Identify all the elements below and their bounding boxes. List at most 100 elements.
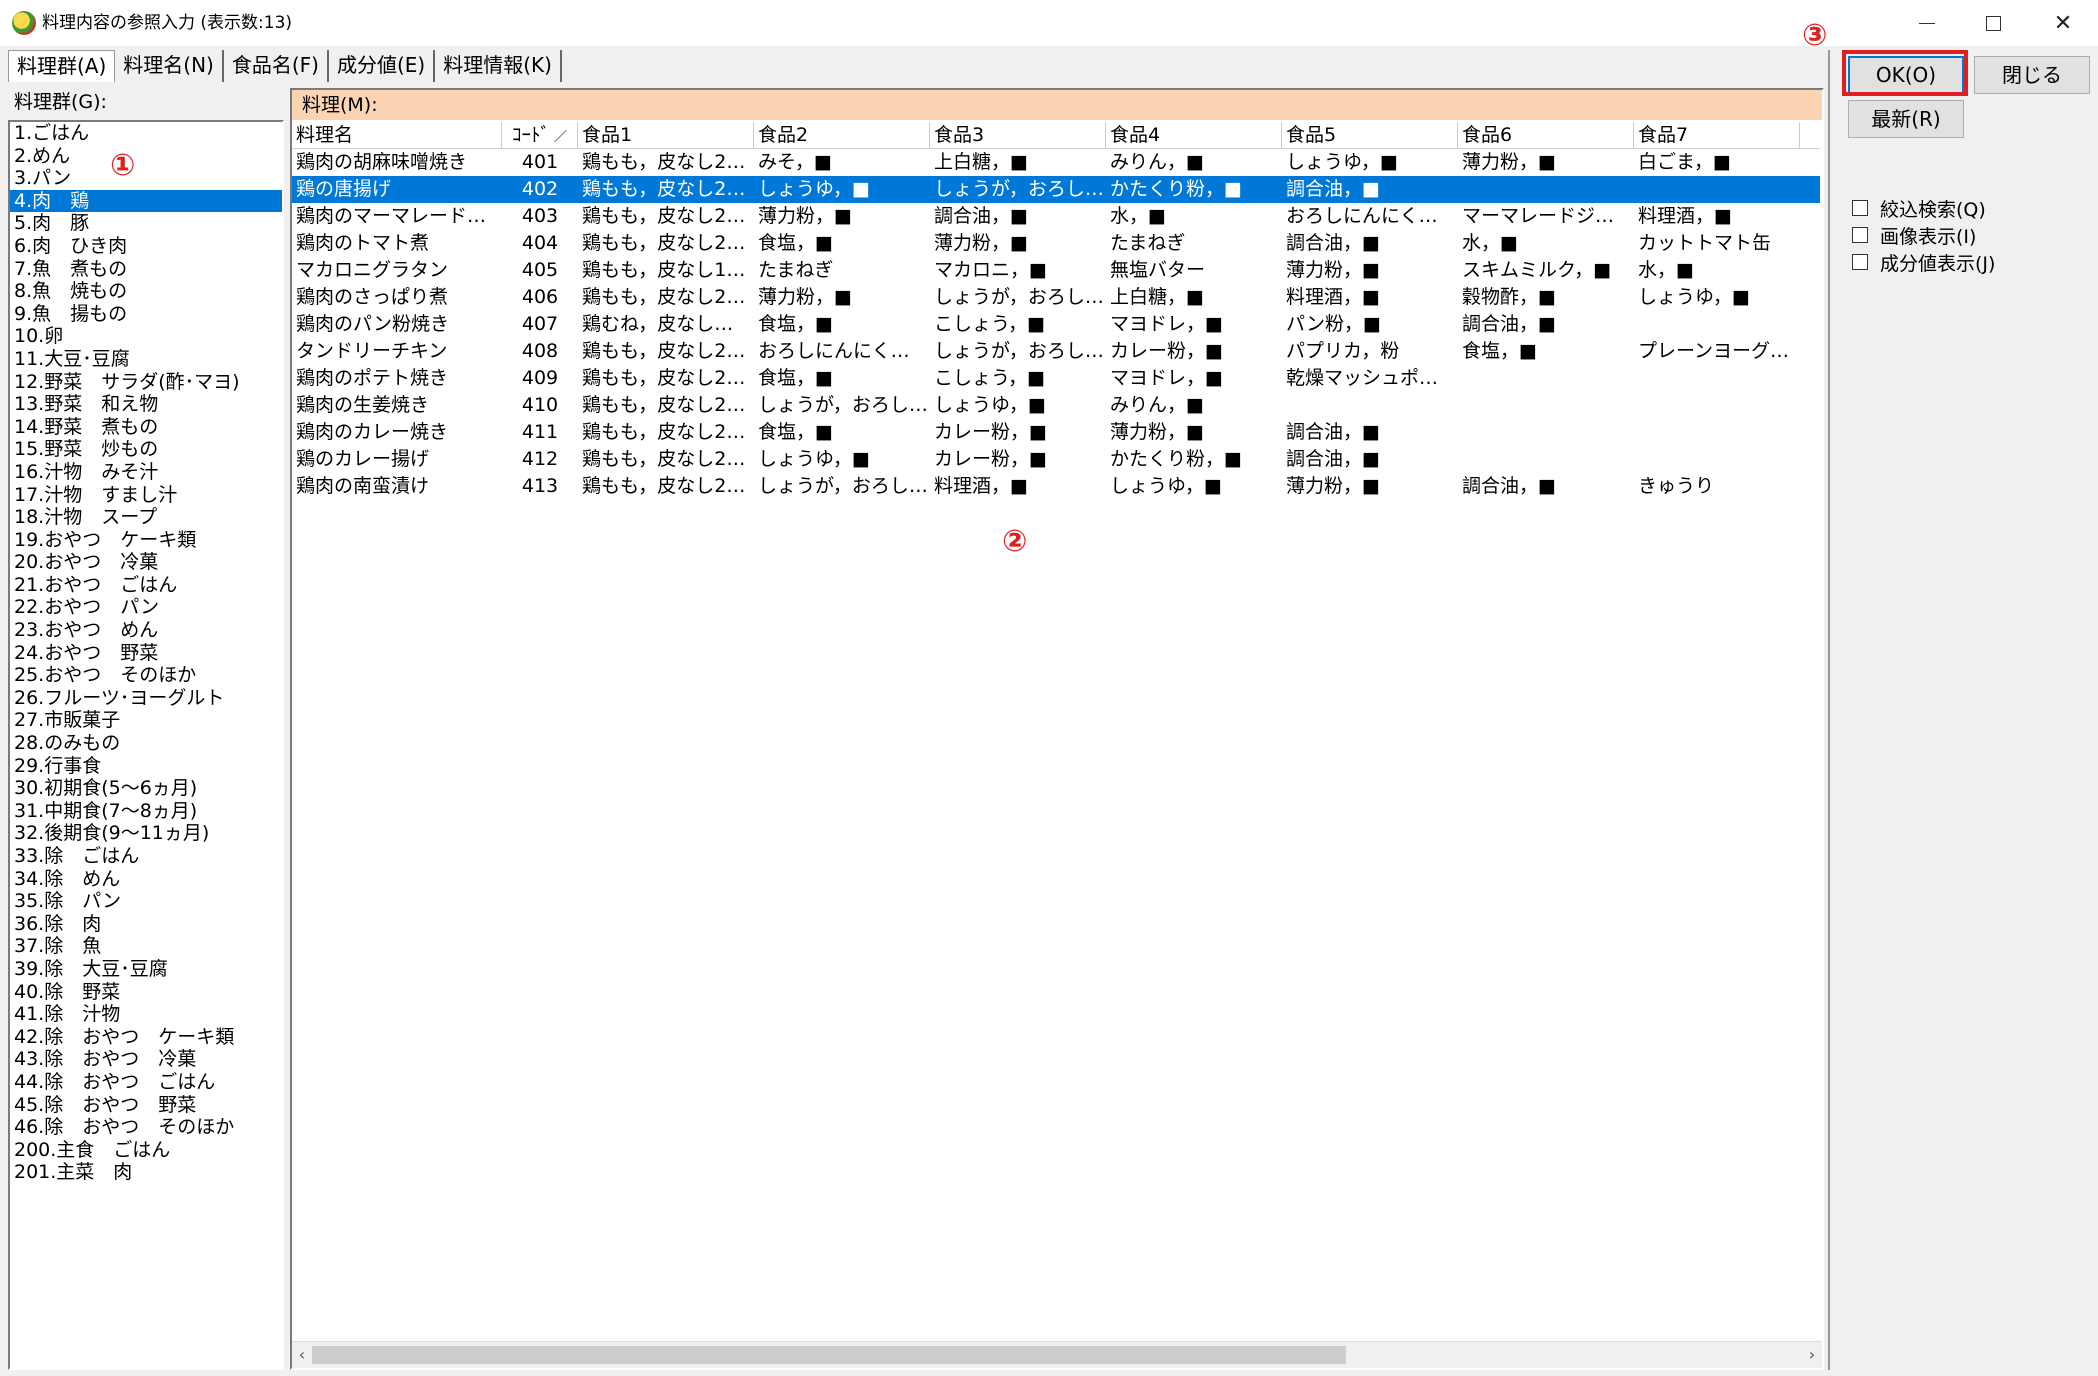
column-header[interactable]: 食品4 [1106, 122, 1282, 148]
list-item[interactable]: 22.おやつ パン [10, 596, 282, 619]
close-button[interactable]: 閉じる [1974, 56, 2090, 94]
refresh-button[interactable]: 最新(R) [1848, 100, 1964, 138]
list-item[interactable]: 18.汁物 スープ [10, 506, 282, 529]
list-item[interactable]: 32.後期食(9〜11ヵ月) [10, 822, 282, 845]
column-header-label: 食品1 [582, 124, 633, 146]
maximize-button[interactable] [1960, 0, 2026, 46]
table-cell: おろしにんにく… [1286, 205, 1438, 227]
list-item[interactable]: 16.汁物 みそ汁 [10, 461, 282, 484]
list-item[interactable]: 28.のみもの [10, 732, 282, 755]
column-header[interactable]: 食品2 [754, 122, 930, 148]
table-row[interactable]: 鶏肉のカレー焼き 411 鶏もも，皮なし2… 食塩，■ カレー粉，■ 薄力粉，■ 調合油，■ [292, 419, 1820, 446]
table-row[interactable]: タンドリーチキン 408 鶏もも，皮なし2… おろしにんにく… しょうが，おろし… カレー… [292, 338, 1820, 365]
table-row[interactable]: マカロニグラタン 405 鶏もも，皮なし1… たまねぎ マカロニ，■ 無塩バター 薄力粉，■… [292, 257, 1820, 284]
minimize-button[interactable] [1894, 0, 1960, 46]
list-item[interactable]: 17.汁物 すまし汁 [10, 484, 282, 507]
list-item[interactable]: 27.市販菓子 [10, 709, 282, 732]
tab-ryourijouhou[interactable]: 料理情報(K) [435, 50, 562, 82]
column-header[interactable]: 食品5 [1282, 122, 1458, 148]
column-header[interactable]: 料理名 [292, 122, 502, 148]
table-row[interactable]: 鶏の唐揚げ 402 鶏もも，皮なし2… しょうゆ，■ しょうが，おろし… かたくり粉，■ 調… [292, 176, 1820, 203]
list-item[interactable]: 43.除 おやつ 冷菓 [10, 1048, 282, 1071]
list-item[interactable]: 9.魚 揚もの [10, 303, 282, 326]
table-cell: きゅうり [1638, 475, 1715, 497]
list-item[interactable]: 2.めん [10, 145, 282, 168]
list-item[interactable]: 29.行事食 [10, 755, 282, 778]
list-item[interactable]: 6.肉 ひき肉 [10, 235, 282, 258]
column-header[interactable]: ｺｰﾄﾞ ／ [502, 122, 578, 148]
list-item[interactable]: 23.おやつ めん [10, 619, 282, 642]
list-item[interactable]: 5.肉 豚 [10, 212, 282, 235]
list-item[interactable]: 39.除 大豆･豆腐 [10, 958, 282, 981]
table-row[interactable]: 鶏肉のポテト焼き 409 鶏もも，皮なし2… 食塩，■ こしょう，■ マヨドレ，■ 乾燥マッ… [292, 365, 1820, 392]
scrollbar-thumb[interactable] [312, 1346, 1346, 1364]
list-item[interactable]: 7.魚 煮もの [10, 258, 282, 281]
list-item[interactable]: 25.おやつ そのほか [10, 664, 282, 687]
column-header[interactable]: 食品7 [1634, 122, 1800, 148]
list-item[interactable]: 24.おやつ 野菜 [10, 642, 282, 665]
minimize-icon [1919, 22, 1935, 24]
table-row[interactable]: 鶏肉の胡麻味噌焼き 401 鶏もも，皮なし2… みそ，■ 上白糖，■ みりん，■ しょうゆ，… [292, 149, 1820, 176]
list-item[interactable]: 21.おやつ ごはん [10, 574, 282, 597]
close-window-button[interactable]: ✕ [2030, 0, 2096, 46]
scroll-left-icon[interactable]: ‹ [292, 1342, 312, 1368]
list-item[interactable]: 36.除 肉 [10, 913, 282, 936]
list-item[interactable]: 31.中期食(7〜8ヵ月) [10, 800, 282, 823]
filter-search-checkbox[interactable]: 絞込検索(Q) [1852, 196, 1986, 221]
table-cell [1458, 446, 1634, 473]
table-row[interactable]: 鶏肉のマーマレード… 403 鶏もも，皮なし2… 薄力粉，■ 調合油，■ 水，■ おろしにん… [292, 203, 1820, 230]
list-item[interactable]: 46.除 おやつ そのほか [10, 1116, 282, 1139]
table-cell: 鶏肉のカレー焼き [296, 421, 449, 443]
table-row[interactable]: 鶏肉のさっぱり煮 406 鶏もも，皮なし2… 薄力粉，■ しょうが，おろし… 上白糖，■ 料… [292, 284, 1820, 311]
list-item[interactable]: 26.フルーツ･ヨーグルト [10, 687, 282, 710]
tab-ryourigun[interactable]: 料理群(A) [8, 50, 116, 82]
horizontal-scrollbar[interactable]: ‹ › [292, 1341, 1822, 1368]
list-item[interactable]: 37.除 魚 [10, 935, 282, 958]
table-cell: 水，■ [1110, 205, 1166, 227]
tab-ryourimei[interactable]: 料理名(N) [115, 50, 224, 82]
column-header-label: 食品2 [758, 124, 809, 146]
list-item[interactable]: 13.野菜 和え物 [10, 393, 282, 416]
table-cell [1458, 365, 1634, 392]
table-row[interactable]: 鶏肉のトマト煮 404 鶏もも，皮なし2… 食塩，■ 薄力粉，■ たまねぎ 調合油，■ 水，■… [292, 230, 1820, 257]
dish-grid[interactable]: 料理(M): 料理名 ｺｰﾄﾞ ／ 食品1 食品2 食品3 食品4 食品5 食品6 食品7 鶏肉の… [290, 88, 1824, 1370]
list-item[interactable]: 30.初期食(5〜6ヵ月) [10, 777, 282, 800]
grid-body[interactable]: 鶏肉の胡麻味噌焼き 401 鶏もも，皮なし2… みそ，■ 上白糖，■ みりん，■ しょうゆ，… [292, 149, 1820, 500]
list-item[interactable]: 3.パン [10, 167, 282, 190]
list-item[interactable]: 201.主菜 肉 [10, 1161, 282, 1184]
list-item[interactable]: 12.野菜 サラダ(酢･マヨ) [10, 371, 282, 394]
table-cell: スキムミルク，■ [1462, 259, 1612, 281]
list-item[interactable]: 42.除 おやつ ケーキ類 [10, 1026, 282, 1049]
list-item[interactable]: 8.魚 焼もの [10, 280, 282, 303]
column-header[interactable]: 食品6 [1458, 122, 1634, 148]
list-item[interactable]: 41.除 汁物 [10, 1003, 282, 1026]
tab-seibunchi[interactable]: 成分値(E) [328, 50, 436, 82]
list-item[interactable]: 4.肉 鶏 [10, 189, 282, 213]
list-item[interactable]: 10.卵 [10, 325, 282, 348]
list-item[interactable]: 34.除 めん [10, 868, 282, 891]
list-item[interactable]: 44.除 おやつ ごはん [10, 1071, 282, 1094]
list-item[interactable]: 40.除 野菜 [10, 981, 282, 1004]
table-cell: カットトマト缶 [1638, 232, 1772, 254]
list-item[interactable]: 200.主食 ごはん [10, 1139, 282, 1162]
nutrient-display-checkbox[interactable]: 成分値表示(J) [1852, 250, 1995, 275]
category-listbox[interactable]: 1.ごはん 2.めん 3.パン 4.肉 鶏 5.肉 豚 6.肉 ひき肉 7.魚 煮もの 8.魚… [8, 120, 284, 1370]
table-row[interactable]: 鶏肉の生姜焼き 410 鶏もも，皮なし2… しょうが，おろし… しょうゆ，■ みりん，■ [292, 392, 1820, 419]
tab-shokuhinmei[interactable]: 食品名(F) [223, 50, 329, 82]
image-display-checkbox[interactable]: 画像表示(I) [1852, 223, 1976, 248]
column-header[interactable]: 食品3 [930, 122, 1106, 148]
table-row[interactable]: 鶏肉の南蛮漬け 413 鶏もも，皮なし2… しょうが，おろし… 料理酒，■ しょうゆ，■ 薄… [292, 473, 1820, 500]
list-item[interactable]: 35.除 パン [10, 890, 282, 913]
list-item[interactable]: 15.野菜 炒もの [10, 438, 282, 461]
scroll-right-icon[interactable]: › [1802, 1342, 1822, 1368]
list-item[interactable]: 33.除 ごはん [10, 845, 282, 868]
list-item[interactable]: 20.おやつ 冷菓 [10, 551, 282, 574]
table-row[interactable]: 鶏のカレー揚げ 412 鶏もも，皮なし2… しょうゆ，■ カレー粉，■ かたくり粉，■ 調合… [292, 446, 1820, 473]
list-item[interactable]: 19.おやつ ケーキ類 [10, 529, 282, 552]
list-item[interactable]: 14.野菜 煮もの [10, 416, 282, 439]
list-item[interactable]: 1.ごはん [10, 122, 282, 145]
column-header[interactable]: 食品1 [578, 122, 754, 148]
list-item[interactable]: 45.除 おやつ 野菜 [10, 1094, 282, 1117]
table-row[interactable]: 鶏肉のパン粉焼き 407 鶏むね，皮なし… 食塩，■ こしょう，■ マヨドレ，■ パン粉，■… [292, 311, 1820, 338]
list-item[interactable]: 11.大豆･豆腐 [10, 348, 282, 371]
